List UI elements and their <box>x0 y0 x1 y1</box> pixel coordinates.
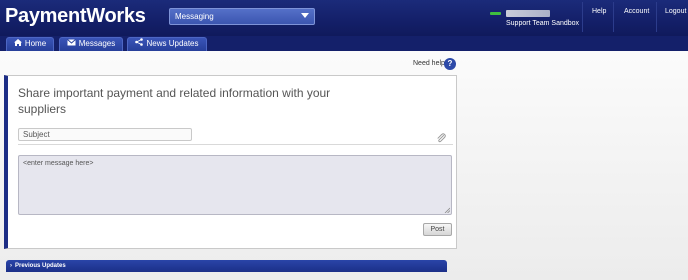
help-link[interactable]: Help <box>592 8 606 15</box>
app-logo[interactable]: PaymentWorks <box>5 5 146 28</box>
envelope-icon <box>66 38 76 50</box>
header-divider <box>582 2 583 32</box>
previous-updates-label: Previous Updates <box>15 263 66 269</box>
module-select-value: Messaging <box>175 12 214 21</box>
paperclip-icon[interactable] <box>436 130 446 143</box>
tab-news-updates-label: News Updates <box>146 39 199 48</box>
previous-updates-header[interactable]: › Previous Updates <box>6 260 447 272</box>
subject-input[interactable]: Subject <box>18 128 192 141</box>
need-help-link[interactable]: Need help <box>413 60 445 67</box>
post-button[interactable]: Post <box>423 223 452 236</box>
message-placeholder: <enter message here> <box>23 160 94 167</box>
compose-divider <box>18 144 453 145</box>
home-icon <box>13 38 22 50</box>
message-textarea[interactable]: <enter message here> <box>18 155 452 215</box>
compose-card: Share important payment and related info… <box>4 75 457 249</box>
header-divider <box>613 2 614 32</box>
chevron-right-icon: › <box>10 263 12 269</box>
user-name-redacted <box>506 10 550 17</box>
tab-home-label: Home <box>24 39 47 48</box>
logout-link[interactable]: Logout <box>665 8 686 15</box>
module-select[interactable]: Messaging <box>169 8 315 25</box>
user-organization: Support Team Sandbox <box>506 20 580 27</box>
account-link[interactable]: Account <box>624 8 649 15</box>
help-question-icon[interactable]: ? <box>444 58 456 70</box>
tab-home[interactable]: Home <box>6 37 54 51</box>
share-icon <box>135 38 144 50</box>
header-divider <box>656 2 657 32</box>
tab-messages[interactable]: Messages <box>59 37 123 51</box>
user-account-box[interactable]: Support Team Sandbox <box>486 6 581 30</box>
compose-title: Share important payment and related info… <box>18 86 331 116</box>
resize-grip-icon[interactable] <box>444 207 451 214</box>
tab-news-updates[interactable]: News Updates <box>127 37 207 51</box>
tab-messages-label: Messages <box>78 39 116 48</box>
online-status-icon <box>490 12 501 15</box>
chevron-down-icon <box>301 13 309 18</box>
